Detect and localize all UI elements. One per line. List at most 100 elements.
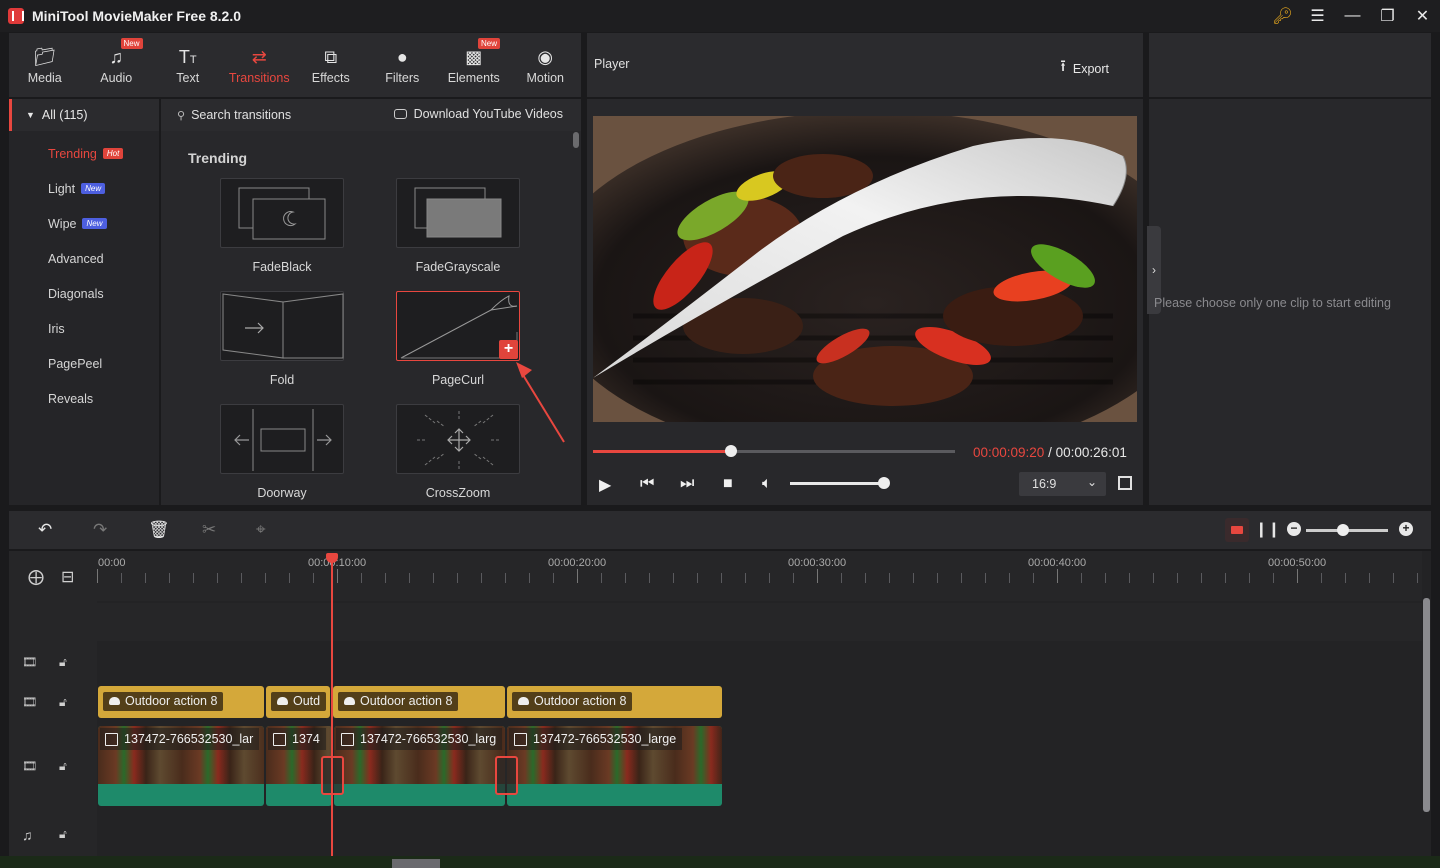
ruler-tick [1249,573,1250,583]
nav-filters[interactable]: ● Filters [367,33,439,97]
split-scissors-icon[interactable]: ✂︎ [202,520,216,540]
nav-motion[interactable]: ◉ Motion [510,33,582,97]
video-clip[interactable]: 137472-766532530_larg [334,726,505,806]
volume-icon[interactable]: 🔈︎ [762,475,772,493]
timeline-horizontal-scrollbar[interactable] [392,859,440,868]
music-track-row [97,812,1422,856]
nav-text[interactable]: TT Text [152,33,224,97]
undo-icon[interactable]: ↶ [38,520,52,540]
download-youtube-button[interactable]: Download YouTube Videos [393,107,563,121]
film-track-icon: 🎞︎ [22,695,38,709]
lock-icon[interactable]: 🔓︎ [59,759,67,774]
nav-effects[interactable]: ⧉ Effects [295,33,367,97]
nav-text-label: Text [176,70,200,85]
transition-fadegrayscale[interactable] [396,178,520,248]
remove-track-icon[interactable]: ⊟ [61,567,74,587]
lock-icon[interactable]: 🔓︎ [59,827,67,842]
nav-filters-label: Filters [385,70,420,85]
aspect-ratio-select[interactable]: 16:9 ⌄ [1019,472,1106,496]
maximize-icon[interactable]: ❐ [1370,6,1405,26]
video-clip[interactable]: 137472-766532530_lar [98,726,264,806]
category-wipe[interactable]: Wipe New [9,206,159,241]
transition-crosszoom[interactable] [396,404,520,474]
transition-fold[interactable] [220,291,344,361]
ruler-label: 00:00:20:00 [548,557,607,569]
progress-knob[interactable] [724,445,737,457]
ruler-tick [337,569,338,583]
category-label: Reveals [48,391,94,406]
timeline-vertical-scrollbar[interactable] [1423,598,1430,812]
zoom-slider[interactable] [1306,524,1388,536]
audio-waveform-icon[interactable]: ❙❙ [1255,520,1280,538]
nav-elements[interactable]: New ▩ Elements [438,33,510,97]
ruler-tick [409,573,410,583]
volume-knob[interactable] [878,477,890,489]
redo-icon[interactable]: ↷ [93,520,107,540]
nav-transitions[interactable]: ⇄ Transitions [224,33,296,97]
effect-clip[interactable]: Outdoor action 8 [333,686,505,718]
nav-media[interactable]: 📁︎ Media [9,33,81,97]
playhead[interactable] [331,555,333,856]
text-icon: TT [178,46,197,67]
lock-icon[interactable]: 🔓︎ [59,695,67,710]
export-button[interactable]: ⭱ Export [1060,55,1109,82]
player-label: Player [594,57,630,71]
timeline-toolbar: ↶ ↷ 🗑︎ ✂︎ ⌖ ❙❙ − + [9,511,1431,549]
ruler-tick [313,573,314,583]
playback-progress[interactable] [593,445,955,457]
transition-fadeblack[interactable] [220,178,344,248]
effect-clip[interactable]: Outdoor action 8 [507,686,722,718]
export-label: Export [1072,61,1109,76]
ruler-tick [793,573,794,583]
ruler-tick [673,573,674,583]
transition-marker[interactable] [495,756,518,795]
close-icon[interactable]: ✕ [1405,6,1440,26]
ruler-tick [649,573,650,583]
timeline-ruler[interactable]: 00:00 00:00:10:00 00:00:20:00 00:00:30:0… [97,551,1422,601]
category-iris[interactable]: Iris [9,311,159,346]
stop-icon[interactable]: ■ [723,475,733,493]
nav-audio[interactable]: New ♫ Audio [81,33,153,97]
menu-icon[interactable]: ☰ [1300,6,1335,26]
category-diagonals[interactable]: Diagonals [9,276,159,311]
zoom-knob[interactable] [1336,524,1349,536]
zoom-in-icon[interactable]: + [1399,522,1413,536]
ruler-tick [697,573,698,583]
lock-icon[interactable]: 🔓︎ [59,655,67,670]
transition-pagecurl[interactable]: + [396,291,520,361]
category-all[interactable]: ▼ All (115) [9,99,159,131]
transition-doorway[interactable] [220,404,344,474]
ruler-tick [1033,573,1034,583]
crop-icon[interactable]: ⌖ [256,520,266,540]
minimize-icon[interactable]: — [1335,7,1370,25]
new-badge: New [82,218,107,229]
category-trending[interactable]: Trending Hot [9,136,159,171]
category-advanced[interactable]: Advanced [9,241,159,276]
window-controls: 🔑︎ ☰ — ❐ ✕ [1265,0,1440,32]
ruler-tick [1369,573,1370,583]
ruler-tick [601,573,602,583]
video-preview[interactable] [593,116,1137,422]
gallery-scrollbar[interactable] [573,132,579,148]
category-pagepeel[interactable]: PagePeel [9,346,159,381]
key-icon[interactable]: 🔑︎ [1265,6,1300,26]
category-all-label: All (115) [41,108,88,122]
volume-slider[interactable] [790,477,890,489]
ruler-tick [433,573,434,583]
video-clip[interactable]: 137472-766532530_large [507,726,722,806]
effect-clip[interactable]: Outdoor action 8 [98,686,264,718]
ruler-label: 00:00 [98,557,126,569]
previous-frame-icon[interactable]: ⏮︎ [640,475,654,493]
add-track-icon[interactable]: ⨁ [28,567,44,587]
category-reveals[interactable]: Reveals [9,381,159,416]
category-light[interactable]: Light New [9,171,159,206]
delete-icon[interactable]: 🗑︎ [148,520,170,540]
split-tool-button[interactable] [1225,518,1249,542]
zoom-out-icon[interactable]: − [1287,522,1301,536]
fullscreen-icon[interactable] [1118,476,1132,490]
play-icon[interactable]: ▶ [599,475,611,495]
next-frame-icon[interactable]: ⏭︎ [680,475,694,493]
search-input[interactable]: ⚲ Search transitions Download YouTube Vi… [161,99,581,131]
category-label: Iris [48,321,65,336]
effect-clip[interactable]: Outd [266,686,330,718]
